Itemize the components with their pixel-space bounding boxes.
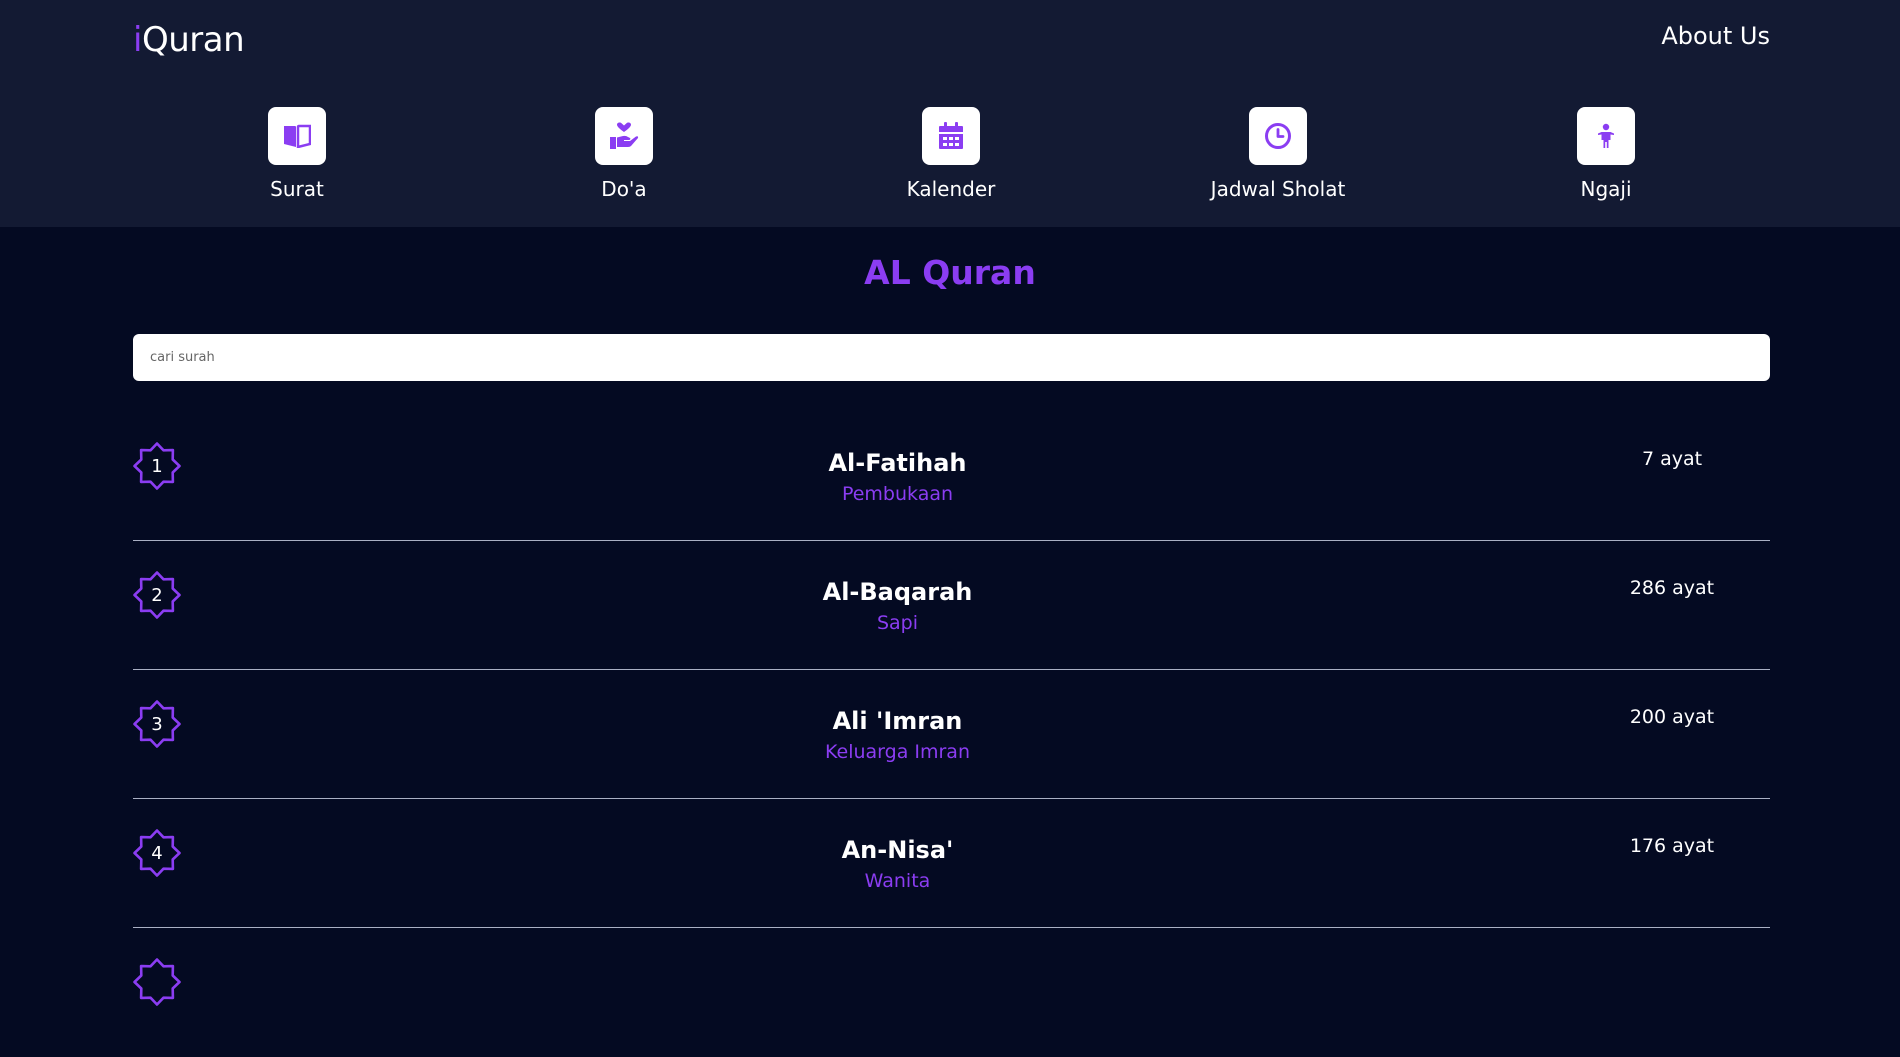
surah-meaning: Pembukaan	[841, 483, 954, 505]
brand-name: Quran	[141, 20, 245, 60]
surah-list: 1 Al-Fatihah Pembukaan 7 ayat 2 Al-Baqar…	[133, 412, 1770, 1057]
surah-row[interactable]: 3 Ali 'Imran Keluarga Imran 200 ayat	[133, 670, 1770, 799]
surah-row-partial[interactable]	[133, 928, 1770, 1057]
brand-logo[interactable]: iQuran	[133, 20, 245, 60]
nav-label: Do'a	[601, 177, 647, 201]
nav-item-doa[interactable]: Do'a	[534, 107, 714, 201]
surah-name: Ali 'Imran	[832, 707, 963, 735]
ayat-count: 286 ayat	[1629, 577, 1715, 599]
surah-names: Ali 'Imran Keluarga Imran	[133, 706, 1662, 764]
page-title: AL Quran	[864, 253, 1036, 292]
surah-names: Al-Baqarah Sapi	[133, 577, 1662, 635]
surah-number-badge	[133, 958, 181, 1006]
hand-heart-icon	[595, 107, 653, 165]
main-nav: Surat Do'a Kalender Jadwal Sholat Ngaji	[133, 107, 1770, 207]
surah-meaning: Sapi	[876, 612, 919, 634]
surah-meaning: Keluarga Imran	[825, 741, 970, 763]
surah-row[interactable]: 4 An-Nisa' Wanita 176 ayat	[133, 799, 1770, 928]
child-icon	[1577, 107, 1635, 165]
surah-names: An-Nisa' Wanita	[133, 835, 1662, 893]
nav-item-surat[interactable]: Surat	[207, 107, 387, 201]
nav-label: Surat	[270, 177, 324, 201]
surah-name: An-Nisa'	[841, 836, 954, 864]
ayat-count: 7 ayat	[1641, 448, 1703, 470]
surah-name: Al-Baqarah	[822, 578, 973, 606]
nav-label: Jadwal Sholat	[1210, 177, 1346, 201]
book-open-icon	[268, 107, 326, 165]
surah-row[interactable]: 1 Al-Fatihah Pembukaan 7 ayat	[133, 412, 1770, 541]
about-us-link[interactable]: About Us	[1661, 22, 1770, 50]
nav-item-kalender[interactable]: Kalender	[861, 107, 1041, 201]
ayat-count: 176 ayat	[1629, 835, 1715, 857]
surah-name: Al-Fatihah	[828, 449, 967, 477]
nav-label: Ngaji	[1580, 177, 1632, 201]
ayat-count: 200 ayat	[1629, 706, 1715, 728]
surah-row[interactable]: 2 Al-Baqarah Sapi 286 ayat	[133, 541, 1770, 670]
calendar-icon	[922, 107, 980, 165]
octagram-icon	[133, 958, 181, 1006]
surah-meaning: Wanita	[864, 870, 931, 892]
top-bar: iQuran About Us Surat Do'a Kalender Jadw…	[0, 0, 1900, 227]
nav-item-jadwal-sholat[interactable]: Jadwal Sholat	[1188, 107, 1368, 201]
brand-prefix: i	[133, 20, 142, 60]
clock-icon	[1249, 107, 1307, 165]
nav-item-ngaji[interactable]: Ngaji	[1516, 107, 1696, 201]
search-input[interactable]	[133, 334, 1770, 381]
surah-names: Al-Fatihah Pembukaan	[133, 448, 1662, 506]
nav-label: Kalender	[906, 177, 996, 201]
